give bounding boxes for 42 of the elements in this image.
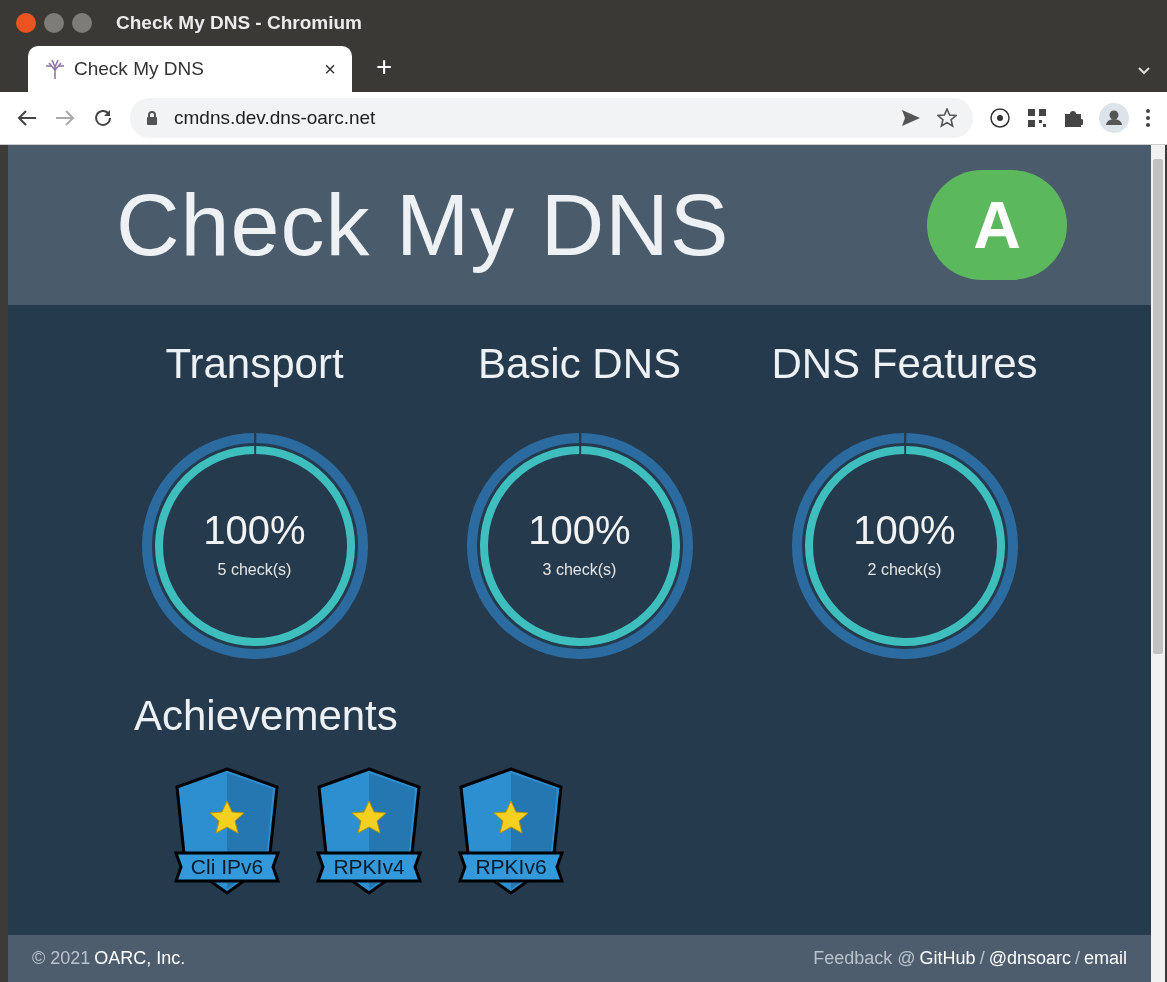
badge-label: RPKIv6 — [474, 854, 548, 880]
category-title: Basic DNS — [477, 343, 682, 385]
tree-icon — [44, 58, 66, 80]
footer-link[interactable]: GitHub — [919, 945, 976, 972]
category-title: DNS Features — [771, 343, 1038, 385]
badge-label: RPKIv4 — [332, 854, 406, 880]
profile-icon[interactable] — [1099, 103, 1129, 133]
section-heading: Achievements — [134, 695, 399, 737]
new-tab-button[interactable]: + — [376, 46, 393, 88]
lock-icon — [146, 110, 158, 126]
check-count: 5 check(s) — [217, 560, 292, 580]
send-icon[interactable] — [901, 109, 921, 127]
close-button[interactable] — [16, 13, 36, 33]
footer-link[interactable]: @dnsoarc — [988, 945, 1071, 972]
window-title: Check My DNS - Chromium — [116, 10, 362, 35]
category-title: Transport — [165, 343, 344, 385]
percent-value: 100% — [528, 510, 631, 550]
footer-text: Feedback @ — [813, 947, 916, 970]
puzzle-icon[interactable] — [1063, 108, 1083, 128]
address-bar[interactable]: cmdns.dev.dns-oarc.net — [130, 98, 973, 138]
grade-badge: A — [927, 170, 1067, 280]
reload-icon[interactable] — [92, 107, 114, 129]
browser-tab[interactable]: Check My DNS × — [28, 46, 352, 92]
footer-link[interactable]: OARC, Inc. — [94, 945, 186, 972]
percent-value: 100% — [853, 510, 956, 550]
tab-close-button[interactable]: × — [324, 54, 336, 84]
maximize-button[interactable] — [72, 13, 92, 33]
footer-text: © 2021 — [32, 947, 91, 970]
check-count: 3 check(s) — [542, 560, 617, 580]
chevron-down-icon[interactable] — [1137, 66, 1151, 76]
scrollbar[interactable] — [1151, 145, 1165, 982]
badge-label: Cli IPv6 — [189, 854, 265, 880]
menu-icon[interactable] — [1145, 108, 1151, 128]
star-icon[interactable] — [937, 108, 957, 128]
minimize-button[interactable] — [44, 13, 64, 33]
percent-value: 100% — [203, 510, 306, 550]
footer-link[interactable]: email — [1084, 945, 1127, 972]
extension-icon[interactable] — [989, 107, 1011, 129]
check-count: 2 check(s) — [867, 560, 942, 580]
footer-text: / — [979, 947, 985, 970]
qr-code-icon[interactable] — [1027, 108, 1047, 128]
footer-text: / — [1074, 947, 1080, 970]
